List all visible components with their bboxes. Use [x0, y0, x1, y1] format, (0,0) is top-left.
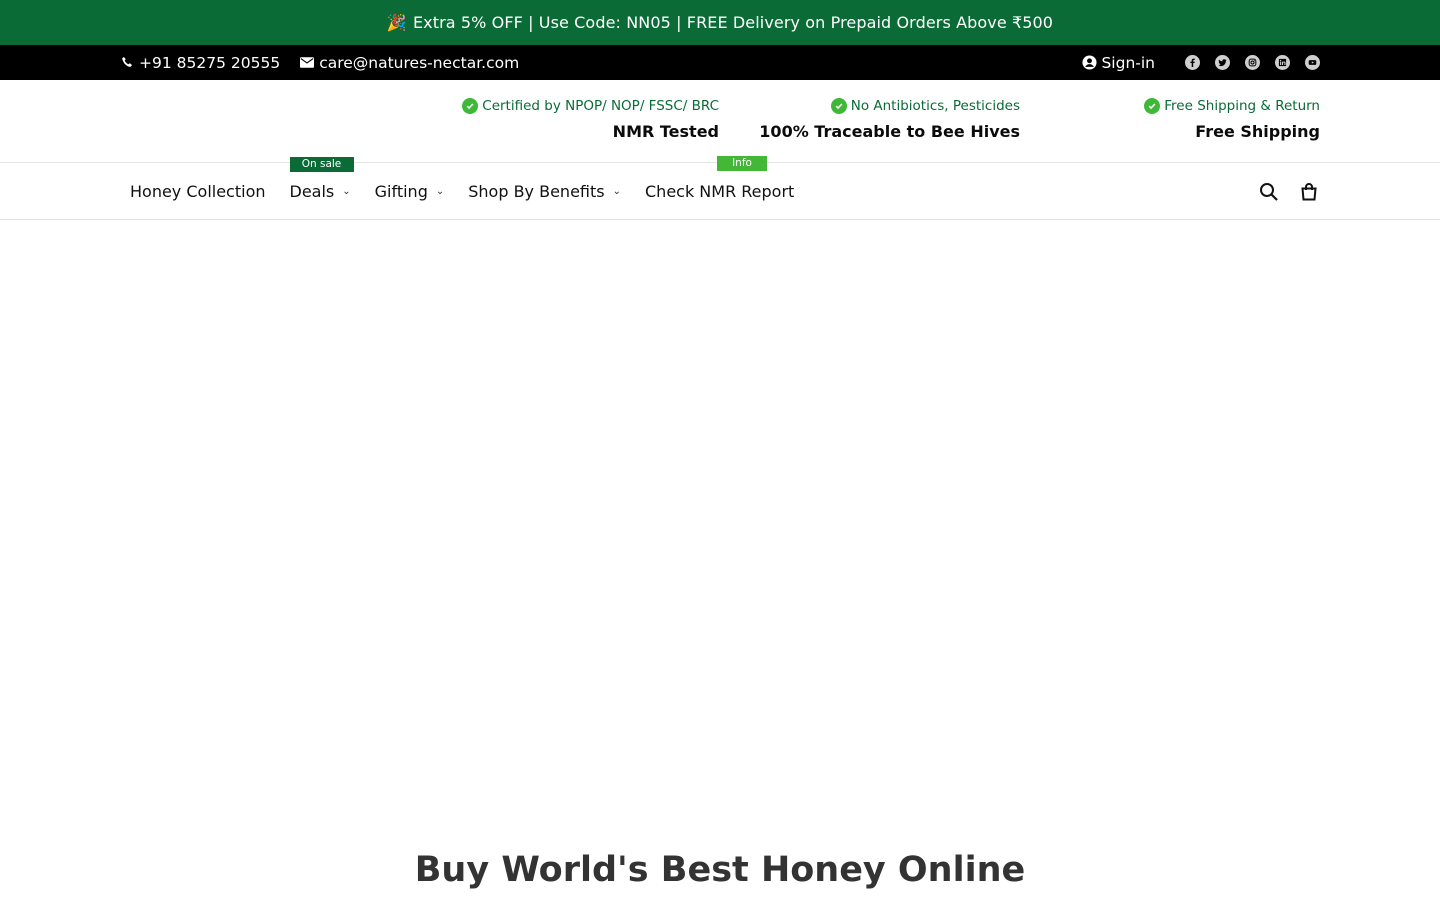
- check-circle-icon: [830, 98, 847, 114]
- badge-line1: Certified by NPOP/ NOP/ FSSC/ BRC: [482, 98, 719, 114]
- nav-item-shop-by-benefits[interactable]: Shop By Benefits ⌄: [468, 182, 621, 201]
- user-circle-icon: [1082, 55, 1097, 70]
- nav-icons: [1240, 163, 1320, 220]
- social-links: [1170, 55, 1320, 70]
- badge-line1: No Antibiotics, Pesticides: [850, 98, 1020, 114]
- nav-item-label: Deals: [289, 182, 335, 201]
- chevron-down-icon: ⌄: [612, 186, 621, 197]
- email-link[interactable]: care@natures-nectar.com: [300, 54, 519, 72]
- main-nav: Honey Collection On sale Deals ⌄ Gifting…: [0, 156, 1440, 220]
- email-text: care@natures-nectar.com: [319, 53, 520, 72]
- topbar-right: Sign-in: [1082, 45, 1320, 80]
- nav-item-check-nmr-report[interactable]: Info Check NMR Report: [645, 156, 795, 201]
- badge-certified: Certified by NPOP/ NOP/ FSSC/ BRC NMR Te…: [462, 80, 719, 141]
- announcement-bar: 🎉 Extra 5% OFF | Use Code: NN05 | FREE D…: [0, 0, 1440, 45]
- linkedin-icon[interactable]: [1275, 55, 1290, 70]
- badge-line2: NMR Tested: [612, 122, 719, 141]
- info-tag: Info: [717, 156, 767, 171]
- twitter-icon[interactable]: [1215, 55, 1230, 70]
- chevron-down-icon: ⌄: [342, 186, 351, 197]
- check-circle-icon: [462, 98, 479, 114]
- top-bar: +91 85275 20555 care@natures-nectar.com …: [0, 45, 1440, 80]
- badge-line1: Free Shipping & Return: [1164, 98, 1320, 114]
- badge-line2: 100% Traceable to Bee Hives: [759, 122, 1020, 141]
- contact-info: +91 85275 20555 care@natures-nectar.com: [120, 45, 539, 80]
- signin-link[interactable]: Sign-in: [1082, 54, 1155, 72]
- cart-icon[interactable]: [1298, 181, 1320, 203]
- nav-item-label: Honey Collection: [130, 182, 266, 201]
- signin-label: Sign-in: [1101, 53, 1155, 72]
- hero-banner: [0, 220, 1440, 820]
- on-sale-tag: On sale: [289, 157, 354, 172]
- nav-item-honey-collection[interactable]: Honey Collection: [130, 182, 266, 201]
- nav-item-label: Shop By Benefits: [468, 182, 605, 201]
- badge-line2: Free Shipping: [1195, 122, 1320, 141]
- envelope-icon: [300, 56, 315, 70]
- phone-link[interactable]: +91 85275 20555: [120, 54, 280, 72]
- party-popper-icon: 🎉: [386, 13, 407, 32]
- search-icon[interactable]: [1258, 181, 1280, 203]
- nav-item-label: Gifting: [374, 182, 428, 201]
- nav-menu: Honey Collection On sale Deals ⌄ Gifting…: [130, 156, 818, 220]
- nav-item-deals[interactable]: On sale Deals ⌄: [289, 157, 354, 201]
- check-circle-icon: [1144, 98, 1161, 114]
- announcement-text: Extra 5% OFF | Use Code: NN05 | FREE Del…: [412, 13, 1054, 32]
- nav-item-label: Check NMR Report: [645, 182, 795, 201]
- trust-badges: Certified by NPOP/ NOP/ FSSC/ BRC NMR Te…: [0, 80, 1440, 163]
- badge-free-shipping: Free Shipping & Return Free Shipping: [1144, 80, 1320, 141]
- nav-item-gifting[interactable]: Gifting ⌄: [375, 182, 445, 201]
- phone-icon: [120, 56, 134, 70]
- badge-no-antibiotics: No Antibiotics, Pesticides 100% Traceabl…: [759, 80, 1020, 141]
- facebook-icon[interactable]: [1185, 55, 1200, 70]
- phone-text: +91 85275 20555: [139, 53, 281, 72]
- section-heading: Buy World's Best Honey Online: [414, 850, 1026, 890]
- instagram-icon[interactable]: [1245, 55, 1260, 70]
- youtube-icon[interactable]: [1305, 55, 1320, 70]
- chevron-down-icon: ⌄: [435, 186, 445, 197]
